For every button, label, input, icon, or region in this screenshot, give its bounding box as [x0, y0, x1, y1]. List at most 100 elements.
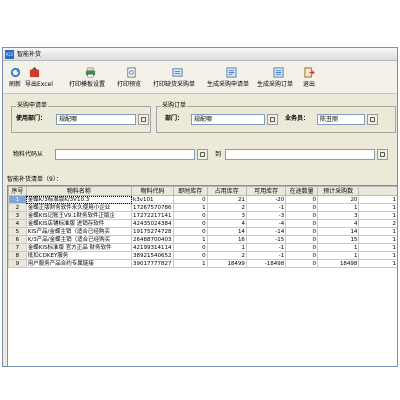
- col-header-material-code[interactable]: 物料代码: [131, 186, 175, 196]
- cell-extra[interactable]: 1: [358, 211, 397, 220]
- cell-available-stock[interactable]: -15: [245, 235, 287, 244]
- cell-occupied-stock[interactable]: 14: [206, 227, 247, 236]
- cell-planned-purchase[interactable]: 4: [316, 219, 360, 228]
- cell-planned-purchase[interactable]: 15: [316, 235, 360, 244]
- cell-material-name[interactable]: 金蝶KIS标准版 官方正品 财务软件: [25, 243, 133, 252]
- cell-index[interactable]: 4: [8, 219, 27, 228]
- cell-material-name[interactable]: 金蝶KIS店铺标准版 进销存软件: [25, 219, 133, 228]
- cell-extra[interactable]: 1: [358, 235, 397, 244]
- cell-extra[interactable]: 1: [358, 243, 397, 252]
- table-row[interactable]: 7 金蝶KIS标准版 官方正品 财务软件 42199314114 0 1 -1 0 1 1: [8, 243, 397, 252]
- cell-index[interactable]: 1: [8, 195, 27, 204]
- request-dept-picker-button[interactable]: [138, 114, 149, 125]
- cell-material-code[interactable]: 38921540652: [131, 251, 175, 260]
- cell-occupied-stock[interactable]: 2: [206, 203, 247, 212]
- cell-current-stock[interactable]: 0: [173, 219, 208, 228]
- cell-index[interactable]: 3: [8, 211, 27, 220]
- table-row[interactable]: 3 金蝶KIS记账王V9.1财务软件正版企 17272217141 0 3 -3 0 3 1: [8, 211, 397, 220]
- cell-material-code[interactable]: 42435024384: [131, 219, 175, 228]
- replenishment-grid[interactable]: 序号 物料名称 物料代码 即时库存 占用库存 可用库存 在途数量 预计采购数 1…: [7, 185, 397, 366]
- cell-index[interactable]: 2: [8, 203, 27, 212]
- cell-available-stock[interactable]: -1: [245, 251, 287, 260]
- cell-occupied-stock[interactable]: 3: [206, 211, 247, 220]
- table-row[interactable]: 2 金蝶正版财务软件永久使用小企业 17267570786 1 2 -1 0 1 1: [8, 203, 397, 212]
- cell-material-code[interactable]: 42199314114: [131, 243, 175, 252]
- cell-extra[interactable]: 1: [358, 259, 397, 268]
- cell-current-stock[interactable]: 1: [173, 235, 208, 244]
- cell-material-code[interactable]: 26488700403: [131, 235, 175, 244]
- cell-occupied-stock[interactable]: 16: [206, 235, 247, 244]
- order-dept-field[interactable]: 规配哪: [191, 114, 265, 125]
- cell-in-transit[interactable]: 0: [285, 251, 318, 260]
- material-to-field[interactable]: [225, 149, 375, 160]
- cell-planned-purchase[interactable]: 1: [316, 251, 360, 260]
- cell-material-name[interactable]: K/3产品/金蝶主销（适合已经购买: [25, 235, 133, 244]
- cell-in-transit[interactable]: 0: [285, 227, 318, 236]
- col-header-occupied-stock[interactable]: 占用库存: [206, 186, 247, 196]
- cell-material-name[interactable]: 抵扣CDKEY服务: [25, 251, 133, 260]
- material-to-picker-button[interactable]: [377, 149, 388, 160]
- cell-occupied-stock[interactable]: 2: [206, 251, 247, 260]
- cell-available-stock[interactable]: -3: [245, 211, 287, 220]
- cell-extra[interactable]: 1: [358, 203, 397, 212]
- cell-available-stock[interactable]: -1: [245, 203, 287, 212]
- cell-in-transit[interactable]: 0: [285, 219, 318, 228]
- cell-planned-purchase[interactable]: 1: [316, 203, 360, 212]
- request-dept-field[interactable]: 规配哪: [56, 114, 136, 125]
- order-staff-picker-button[interactable]: [367, 114, 378, 125]
- cell-current-stock[interactable]: 0: [173, 211, 208, 220]
- col-header-in-transit[interactable]: 在途数量: [285, 186, 318, 196]
- cell-current-stock[interactable]: 1: [173, 203, 208, 212]
- cell-available-stock[interactable]: -1: [245, 243, 287, 252]
- cell-occupied-stock[interactable]: 21: [206, 195, 247, 204]
- cell-extra[interactable]: 1: [358, 195, 397, 204]
- cell-material-name[interactable]: 金蝶K/3标准版K/3V10.3: [25, 195, 133, 204]
- cell-extra[interactable]: 1: [358, 251, 397, 260]
- cell-planned-purchase[interactable]: 20: [316, 195, 360, 204]
- cell-index[interactable]: 6: [8, 235, 27, 244]
- cell-index[interactable]: 5: [8, 227, 27, 236]
- cell-material-code[interactable]: k3v101: [131, 195, 175, 204]
- material-from-field[interactable]: [55, 149, 195, 160]
- cell-material-name[interactable]: KIS产品/金蝶主销（适合已经购买: [25, 227, 133, 236]
- col-header-available-stock[interactable]: 可用库存: [245, 186, 287, 196]
- cell-current-stock[interactable]: 0: [173, 243, 208, 252]
- cell-in-transit[interactable]: 0: [285, 243, 318, 252]
- table-row[interactable]: 6 K/3产品/金蝶主销（适合已经购买 26488700403 1 16 -15 0 15 1: [8, 235, 397, 244]
- table-row[interactable]: 9 用户服务产品合约专属链接 39017777827 1 18499 -18498 0 184…: [8, 259, 397, 268]
- cell-material-code[interactable]: 19175274728: [131, 227, 175, 236]
- cell-index[interactable]: 9: [8, 259, 27, 268]
- cell-available-stock[interactable]: -4: [245, 219, 287, 228]
- cell-material-name[interactable]: 用户服务产品合约专属链接: [25, 259, 133, 268]
- cell-occupied-stock[interactable]: 18499: [206, 259, 247, 268]
- cell-current-stock[interactable]: 0: [173, 227, 208, 236]
- material-from-picker-button[interactable]: [197, 149, 208, 160]
- cell-current-stock[interactable]: 0: [173, 195, 208, 204]
- table-row[interactable]: 1 金蝶K/3标准版K/3V10.3 k3v101 0 21 -20 0 20 1: [8, 195, 397, 204]
- order-dept-picker-button[interactable]: [267, 114, 278, 125]
- cell-available-stock[interactable]: -14: [245, 227, 287, 236]
- cell-available-stock[interactable]: -20: [245, 195, 287, 204]
- table-row[interactable]: 5 KIS产品/金蝶主销（适合已经购买 19175274728 0 14 -14 0 14 1: [8, 227, 397, 236]
- cell-in-transit[interactable]: 0: [285, 211, 318, 220]
- cell-material-code[interactable]: 39017777827: [131, 259, 175, 268]
- cell-planned-purchase[interactable]: 14: [316, 227, 360, 236]
- cell-extra[interactable]: 2: [358, 219, 397, 228]
- cell-index[interactable]: 8: [8, 251, 27, 260]
- cell-occupied-stock[interactable]: 1: [206, 243, 247, 252]
- cell-material-code[interactable]: 17267570786: [131, 203, 175, 212]
- cell-in-transit[interactable]: 0: [285, 259, 318, 268]
- col-header-current-stock[interactable]: 即时库存: [173, 186, 208, 196]
- col-header-planned-purchase[interactable]: 预计采购数: [316, 186, 360, 196]
- cell-material-code[interactable]: 17272217141: [131, 211, 175, 220]
- cell-in-transit[interactable]: 0: [285, 235, 318, 244]
- table-row[interactable]: 8 抵扣CDKEY服务 38921540652 0 2 -1 0 1 1: [8, 251, 397, 260]
- cell-index[interactable]: 7: [8, 243, 27, 252]
- cell-in-transit[interactable]: 0: [285, 203, 318, 212]
- table-row[interactable]: 4 金蝶KIS店铺标准版 进销存软件 42435024384 0 4 -4 0 4 2: [8, 219, 397, 228]
- cell-current-stock[interactable]: 0: [173, 251, 208, 260]
- cell-current-stock[interactable]: 1: [173, 259, 208, 268]
- cell-available-stock[interactable]: -18498: [245, 259, 287, 268]
- order-staff-field[interactable]: 陈丑丽: [317, 114, 365, 125]
- cell-extra[interactable]: 1: [358, 227, 397, 236]
